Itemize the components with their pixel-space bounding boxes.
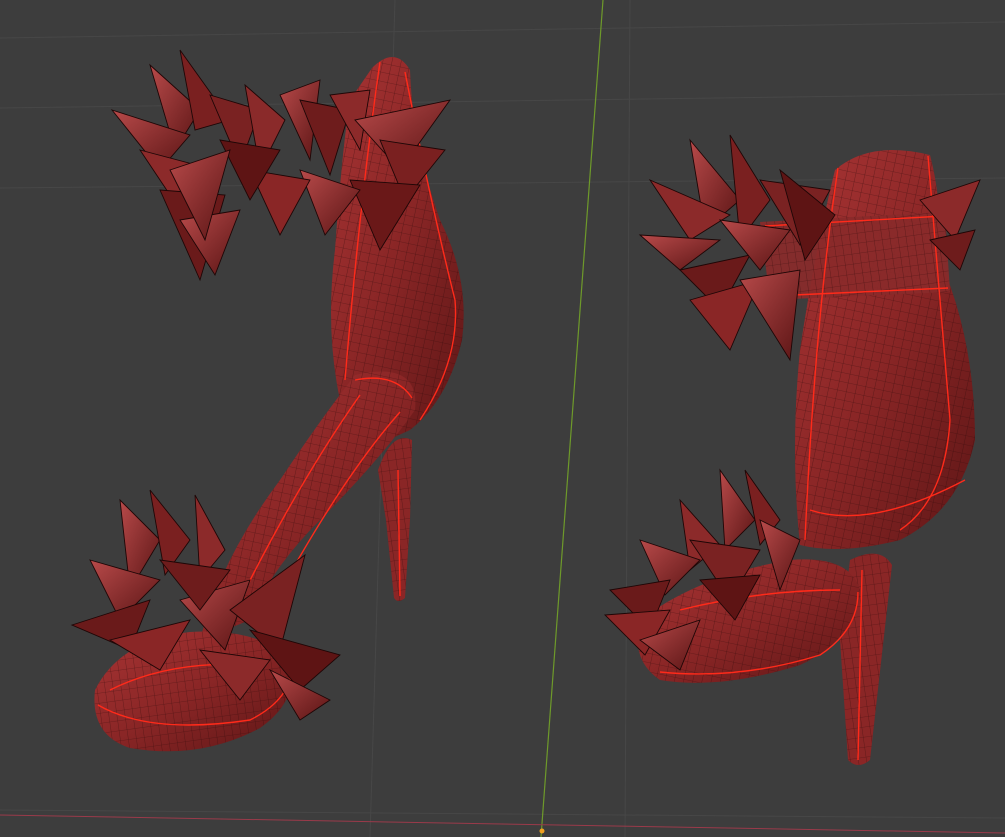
3d-viewport[interactable] (0, 0, 1005, 837)
viewport-canvas[interactable] (0, 0, 1005, 837)
origin-marker (539, 828, 545, 834)
x-axis-line (0, 814, 1005, 834)
y-axis-line (540, 0, 604, 837)
